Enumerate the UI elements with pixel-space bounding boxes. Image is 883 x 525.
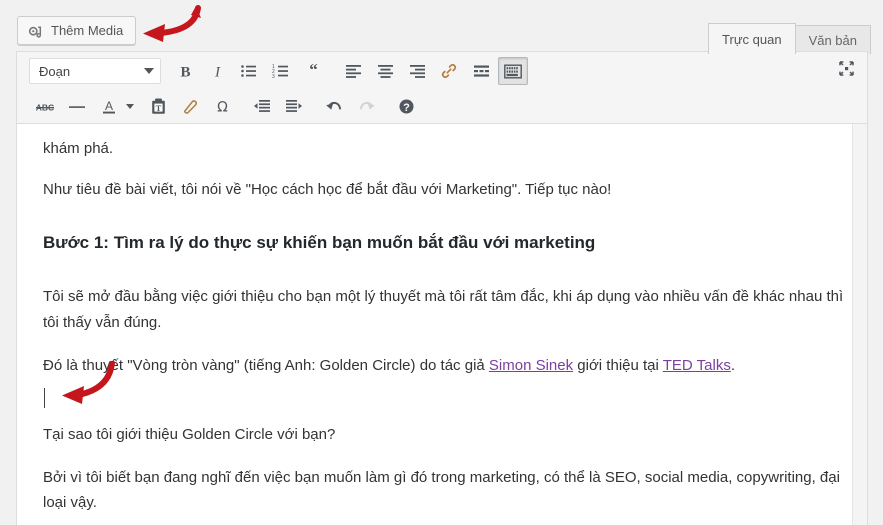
text-color-icon: A [100,98,118,116]
outdent-icon [253,99,271,114]
ordered-list-icon: 1 2 3 [272,63,290,79]
numbered-list-button[interactable]: 1 2 3 [266,57,296,85]
paragraph-4-text-between-links: giới thiệu tại [573,356,663,374]
redo-button[interactable] [351,93,381,121]
strikethrough-button[interactable]: ABC [30,93,60,121]
tab-text-label: Văn bản [808,32,857,48]
undo-icon [325,98,344,115]
svg-text:B: B [180,64,190,80]
paragraph-3: Tôi sẽ mở đầu bằng việc giới thiệu cho b… [43,288,844,332]
chevron-down-icon [144,68,154,74]
paragraph-4: Đó là thuyết "Vòng tròn vàng" (tiếng Anh… [43,353,845,379]
italic-button[interactable]: I [202,57,232,85]
fullscreen-button[interactable] [831,57,861,85]
tab-visual-label: Trực quan [722,31,782,47]
align-right-icon [409,63,426,79]
kitchen-sink-icon [504,64,522,79]
link-simon-sinek[interactable]: Simon Sinek [489,357,573,374]
help-icon: ? [398,98,415,115]
eraser-icon [181,98,199,116]
align-right-button[interactable] [402,57,432,85]
align-left-icon [345,63,362,79]
bold-button[interactable]: B [170,57,200,85]
paragraph-6: Bởi vì tôi biết bạn đang nghĩ đến việc b… [43,468,840,512]
paragraph-4-text-before-link: Đó là thuyết "Vòng tròn vàng" (tiếng Anh… [43,356,489,374]
bold-icon: B [177,63,194,80]
paragraph-2: Như tiêu đề bài viết, tôi nói về "Học cá… [43,180,612,198]
paragraph-4-text-after-link: . [730,356,735,374]
svg-text:A: A [105,99,113,113]
blockquote-button[interactable]: “ [298,57,328,85]
svg-text:“: “ [309,63,318,79]
horizontal-rule-icon [68,100,86,114]
outdent-button[interactable] [247,93,277,121]
redo-icon [357,98,376,115]
add-media-button[interactable]: Thêm Media [17,16,137,45]
editor-mode-tabs: Trực quan Văn bản [708,22,871,54]
text-color-button[interactable]: A [94,93,124,121]
format-select-value: Đoạn [39,63,71,79]
italic-icon: I [209,63,226,80]
svg-text:I: I [214,64,221,80]
editor-container: Đoạn B I 1 2 3 “ ABC A T Ω ? khám phá. N… [16,51,868,525]
toolbar-row-1: Đoạn B I 1 2 3 “ [17,52,867,90]
toolbar-toggle-button[interactable] [498,57,528,85]
align-left-button[interactable] [338,57,368,85]
tab-text[interactable]: Văn bản [795,25,871,54]
paragraph-1: khám phá. [43,140,114,157]
paste-as-text-button[interactable]: T [143,93,173,121]
clear-formatting-button[interactable] [175,93,205,121]
toolbar-row-2: ABC A T Ω ? [17,90,867,123]
text-color-chevron-down-icon[interactable] [126,104,134,109]
tab-visual[interactable]: Trực quan [708,23,796,54]
indent-icon [285,99,303,114]
add-media-label: Thêm Media [51,23,124,38]
read-more-icon [473,63,490,79]
read-more-button[interactable] [466,57,496,85]
bullet-list-button[interactable] [234,57,264,85]
align-center-icon [377,63,394,79]
content-scrollbar[interactable] [852,124,867,525]
omega-icon: Ω [214,98,231,116]
text-cursor [44,387,45,408]
horizontal-rule-button[interactable] [62,93,92,121]
editor-toolbar: Đoạn B I 1 2 3 “ ABC A T Ω ? [17,52,867,124]
svg-text:Ω: Ω [217,100,228,116]
unordered-list-icon [240,63,258,79]
editor-content-area[interactable]: khám phá. Như tiêu đề bài viết, tôi nói … [17,124,867,525]
media-icon [28,23,44,39]
insert-link-button[interactable] [434,57,464,85]
strikethrough-icon: ABC [34,100,56,114]
svg-text:3: 3 [272,74,275,79]
indent-button[interactable] [279,93,309,121]
format-select[interactable]: Đoạn [29,58,161,84]
align-center-button[interactable] [370,57,400,85]
svg-text:?: ? [403,102,410,114]
paragraph-5: Tại sao tôi giới thiệu Golden Circle với… [43,425,336,443]
undo-button[interactable] [319,93,349,121]
link-icon [440,62,458,80]
fullscreen-icon [838,60,855,82]
svg-text:T: T [155,103,161,113]
empty-paragraph-with-cursor[interactable] [43,387,845,410]
quote-icon: “ [305,63,322,79]
paste-text-icon: T [150,98,167,115]
keyboard-shortcuts-button[interactable]: ? [391,93,421,121]
heading-step-1: Bước 1: Tìm ra lý do thực sự khiến bạn m… [43,232,596,252]
special-character-button[interactable]: Ω [207,93,237,121]
wordpress-post-editor: Thêm Media Trực quan Văn bản Đoạn B I 1 … [0,0,883,525]
editor-top-bar: Thêm Media Trực quan Văn bản [0,0,883,54]
link-ted-talks[interactable]: TED Talks [663,357,731,374]
